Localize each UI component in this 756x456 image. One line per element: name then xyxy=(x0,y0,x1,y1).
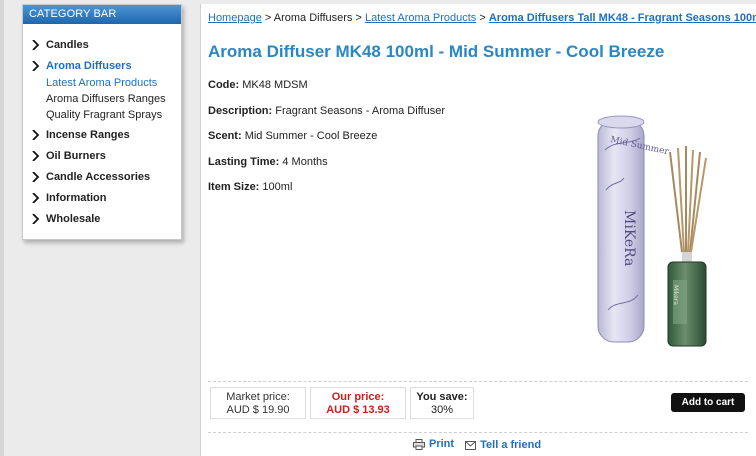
spec-lasting-time: Lasting Time: 4 Months xyxy=(208,156,528,182)
tell-a-friend-label: Tell a friend xyxy=(480,439,542,451)
subitem-aroma-diffusers-ranges[interactable]: Aroma Diffusers Ranges xyxy=(23,93,181,109)
diffuser-illustration: Mid Summer MiKeRa Mikera xyxy=(597,115,707,347)
spec-code: Code: MK48 MDSM xyxy=(208,79,528,105)
category-bar-header: CATEGORY BAR xyxy=(23,5,181,24)
you-save-label: You save: xyxy=(416,391,468,403)
spec-label: Item Size: xyxy=(208,181,260,193)
market-price-label: Market price: xyxy=(226,391,290,403)
spec-value: Mid Summer - Cool Breeze xyxy=(244,130,378,142)
market-price-value: AUD $ 19.90 xyxy=(226,404,290,416)
aroma-diffusers-submenu: Latest Aroma Products Aroma Diffusers Ra… xyxy=(23,77,181,125)
sidebar-item-label: Wholesale xyxy=(46,213,101,225)
product-specs: Code: MK48 MDSM Description: Fragrant Se… xyxy=(208,79,528,207)
product-actions: Print Tell a friend xyxy=(413,438,549,453)
breadcrumb-home-link[interactable]: Homepage xyxy=(208,12,262,24)
spec-value: Fragrant Seasons - Aroma Diffuser xyxy=(275,104,446,117)
sidebar-item-candle-accessories[interactable]: Candle Accessories xyxy=(23,170,181,191)
breadcrumb-separator: > xyxy=(355,12,362,24)
sidebar-item-label: Candles xyxy=(46,39,89,51)
tube-brand-text: MiKeRa xyxy=(621,210,637,266)
chevron-right-icon xyxy=(31,61,41,71)
sidebar-item-aroma-diffusers[interactable]: Aroma Diffusers xyxy=(23,59,181,80)
sidebar-item-label: Oil Burners xyxy=(46,150,106,162)
sidebar-item-label: Information xyxy=(46,192,107,204)
envelope-icon xyxy=(465,440,477,450)
spec-scent: Scent: Mid Summer - Cool Breeze xyxy=(208,130,528,156)
category-sidebar: CATEGORY BAR Candles Aroma Diffusers Lat… xyxy=(22,4,182,240)
sidebar-item-wholesale[interactable]: Wholesale xyxy=(23,212,181,233)
bottle-label-text: Mikera xyxy=(672,285,679,305)
tell-a-friend-link[interactable]: Tell a friend xyxy=(465,439,541,451)
print-link[interactable]: Print xyxy=(413,438,454,450)
chevron-right-icon xyxy=(31,40,41,50)
chevron-right-icon xyxy=(31,193,41,203)
sidebar-item-information[interactable]: Information xyxy=(23,191,181,212)
breadcrumb: Homepage > Aroma Diffusers > Latest Arom… xyxy=(208,12,756,24)
category-list: Candles Aroma Diffusers Latest Aroma Pro… xyxy=(23,24,181,233)
spec-label: Lasting Time: xyxy=(208,155,280,168)
our-price-label: Our price: xyxy=(331,391,385,403)
spec-value: MK48 MDSM xyxy=(242,79,308,91)
spec-item-size: Item Size: 100ml xyxy=(208,181,528,207)
sidebar-item-label: Incense Ranges xyxy=(46,129,130,141)
sidebar-item-label: Candle Accessories xyxy=(46,171,151,183)
printer-icon xyxy=(413,438,425,450)
market-price-box: Market price: AUD $ 19.90 xyxy=(210,387,306,419)
page-left-edge xyxy=(0,0,4,456)
sidebar-item-incense-ranges[interactable]: Incense Ranges xyxy=(23,128,181,149)
spec-value: 100ml xyxy=(262,181,293,193)
product-image[interactable]: Mid Summer MiKeRa Mikera xyxy=(550,80,748,360)
you-save-box: You save: 30% xyxy=(410,387,474,419)
spec-value: 4 Months xyxy=(282,155,328,168)
breadcrumb-separator: > xyxy=(479,12,486,24)
chevron-right-icon xyxy=(31,214,41,224)
you-save-value: 30% xyxy=(430,404,454,416)
spec-label: Description: xyxy=(208,104,273,117)
product-title: Aroma Diffuser MK48 100ml - Mid Summer -… xyxy=(208,42,665,61)
chevron-right-icon xyxy=(31,172,41,182)
sidebar-item-candles[interactable]: Candles xyxy=(23,38,181,59)
chevron-right-icon xyxy=(31,130,41,140)
add-to-cart-button[interactable]: Add to cart xyxy=(671,393,745,412)
spec-label: Code: xyxy=(208,79,240,91)
breadcrumb-latest-aroma-link[interactable]: Latest Aroma Products xyxy=(365,12,476,24)
sidebar-item-label: Aroma Diffusers xyxy=(46,60,132,72)
spec-label: Scent: xyxy=(208,130,242,142)
divider xyxy=(208,381,748,382)
breadcrumb-aroma-diffusers: Aroma Diffusers xyxy=(273,12,353,24)
print-label: Print xyxy=(429,438,455,450)
chevron-right-icon xyxy=(31,151,41,161)
breadcrumb-current-link[interactable]: Aroma Diffusers Tall MK48 - Fragrant Sea… xyxy=(489,12,756,24)
divider xyxy=(208,432,748,433)
spec-description: Description: Fragrant Seasons - Aroma Di… xyxy=(208,105,528,131)
breadcrumb-separator: > xyxy=(264,12,272,24)
our-price-box: Our price: AUD $ 13.93 xyxy=(310,387,406,419)
our-price-value: AUD $ 13.93 xyxy=(326,404,390,416)
product-panel: Homepage > Aroma Diffusers > Latest Arom… xyxy=(200,4,756,456)
sidebar-item-oil-burners[interactable]: Oil Burners xyxy=(23,149,181,170)
subitem-quality-fragrant-sprays[interactable]: Quality Fragrant Sprays xyxy=(23,109,181,125)
